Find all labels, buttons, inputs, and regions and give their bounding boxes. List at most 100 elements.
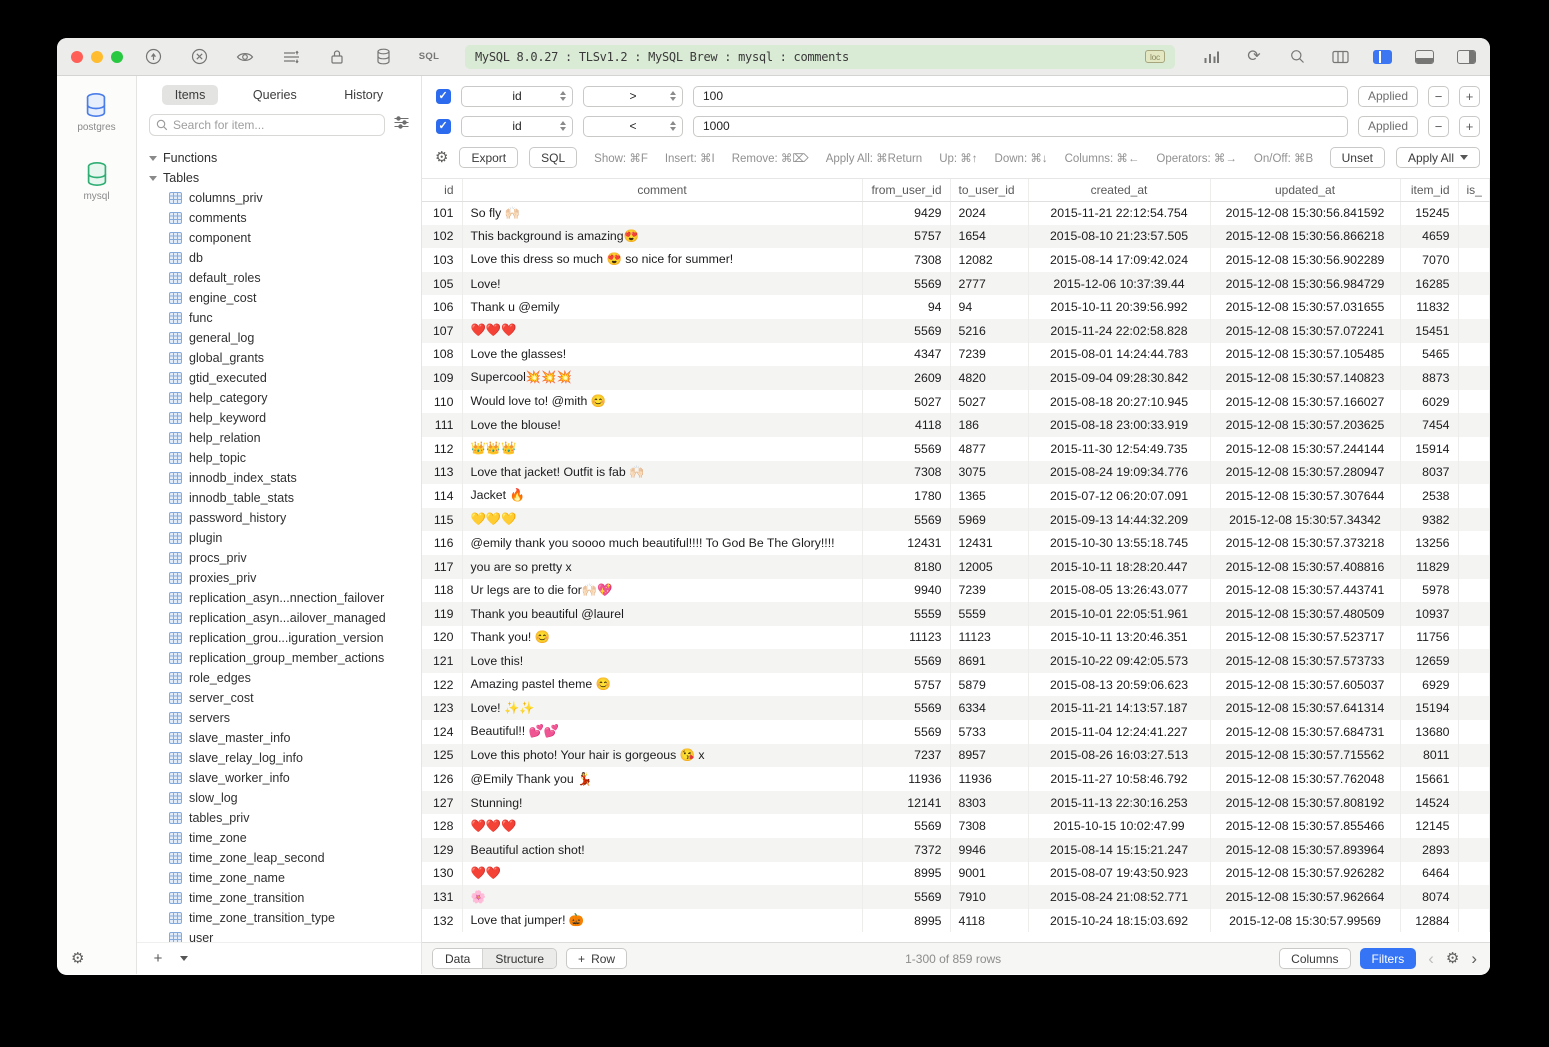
add-filter-button[interactable]: + [1459, 86, 1480, 107]
cell-created_at[interactable]: 2015-08-14 15:15:21.247 [1028, 838, 1210, 862]
cell-comment[interactable]: Supercool💥💥💥 [462, 366, 862, 390]
cell-comment[interactable]: Beautiful action shot! [462, 838, 862, 862]
cell-is_[interactable] [1458, 814, 1490, 838]
cell-to_user_id[interactable]: 12005 [950, 555, 1028, 579]
cell-to_user_id[interactable]: 11123 [950, 626, 1028, 650]
column-header-id[interactable]: id [422, 179, 462, 201]
cell-updated_at[interactable]: 2015-12-08 15:30:57.203625 [1210, 413, 1400, 437]
cell-to_user_id[interactable]: 12431 [950, 531, 1028, 555]
cell-created_at[interactable]: 2015-11-24 22:02:58.828 [1028, 319, 1210, 343]
cell-updated_at[interactable]: 2015-12-08 15:30:57.480509 [1210, 602, 1400, 626]
cell-id[interactable]: 109 [422, 366, 462, 390]
sidebar-item-table[interactable]: component [149, 228, 421, 248]
cell-created_at[interactable]: 2015-08-10 21:23:57.505 [1028, 225, 1210, 249]
cell-to_user_id[interactable]: 7308 [950, 814, 1028, 838]
search-icon[interactable] [1287, 47, 1307, 67]
cell-is_[interactable] [1458, 673, 1490, 697]
sidebar-item-table[interactable]: time_zone_transition [149, 888, 421, 908]
sidebar-item-table[interactable]: role_edges [149, 668, 421, 688]
cell-to_user_id[interactable]: 4118 [950, 909, 1028, 933]
cell-is_[interactable] [1458, 366, 1490, 390]
cell-item_id[interactable]: 13680 [1400, 720, 1458, 744]
filter-applied-button[interactable]: Applied [1358, 86, 1418, 107]
cell-from_user_id[interactable]: 5569 [862, 508, 950, 532]
sidebar-item-table[interactable]: innodb_index_stats [149, 468, 421, 488]
sidebar-item-table[interactable]: time_zone [149, 828, 421, 848]
cell-updated_at[interactable]: 2015-12-08 15:30:56.984729 [1210, 272, 1400, 296]
cell-comment[interactable]: 🌸 [462, 885, 862, 909]
cell-created_at[interactable]: 2015-09-13 14:44:32.209 [1028, 508, 1210, 532]
cell-comment[interactable]: Would love to! @mith 😊 [462, 390, 862, 414]
cell-item_id[interactable]: 5465 [1400, 343, 1458, 367]
cell-item_id[interactable]: 8074 [1400, 885, 1458, 909]
cell-is_[interactable] [1458, 508, 1490, 532]
cell-is_[interactable] [1458, 555, 1490, 579]
filter-applied-button[interactable]: Applied [1358, 116, 1418, 137]
cell-is_[interactable] [1458, 626, 1490, 650]
table-row[interactable]: 129Beautiful action shot!737299462015-08… [422, 838, 1490, 862]
cell-id[interactable]: 124 [422, 720, 462, 744]
cell-comment[interactable]: Love the glasses! [462, 343, 862, 367]
sidebar-item-table[interactable]: slave_relay_log_info [149, 748, 421, 768]
cell-updated_at[interactable]: 2015-12-08 15:30:57.166027 [1210, 390, 1400, 414]
cell-from_user_id[interactable]: 5569 [862, 319, 950, 343]
cell-id[interactable]: 110 [422, 390, 462, 414]
cell-item_id[interactable]: 14524 [1400, 791, 1458, 815]
cell-to_user_id[interactable]: 7239 [950, 579, 1028, 603]
table-row[interactable]: 124Beautiful!! 💕💕556957332015-11-04 12:2… [422, 720, 1490, 744]
cell-comment[interactable]: 💛💛💛 [462, 508, 862, 532]
filter-operator-select[interactable]: < [583, 116, 683, 137]
cell-item_id[interactable]: 12145 [1400, 814, 1458, 838]
cell-updated_at[interactable]: 2015-12-08 15:30:57.105485 [1210, 343, 1400, 367]
tree-section-functions[interactable]: Functions [149, 148, 421, 168]
cell-to_user_id[interactable]: 5027 [950, 390, 1028, 414]
close-window-button[interactable] [71, 51, 83, 63]
cell-item_id[interactable]: 2893 [1400, 838, 1458, 862]
cell-comment[interactable]: @emily thank you soooo much beautiful!!!… [462, 531, 862, 555]
cell-from_user_id[interactable]: 8995 [862, 862, 950, 886]
cell-id[interactable]: 129 [422, 838, 462, 862]
cell-item_id[interactable]: 12659 [1400, 649, 1458, 673]
chart-icon[interactable] [1201, 47, 1221, 67]
cell-updated_at[interactable]: 2015-12-08 15:30:57.808192 [1210, 791, 1400, 815]
add-row-button[interactable]: + Row [566, 948, 627, 969]
filter-enabled-checkbox[interactable] [436, 89, 451, 104]
cell-created_at[interactable]: 2015-07-12 06:20:07.091 [1028, 484, 1210, 508]
cell-to_user_id[interactable]: 2024 [950, 201, 1028, 225]
cell-id[interactable]: 111 [422, 413, 462, 437]
cell-item_id[interactable]: 7070 [1400, 248, 1458, 272]
filter-column-select[interactable]: id [461, 116, 573, 137]
cell-created_at[interactable]: 2015-10-15 10:02:47.99 [1028, 814, 1210, 838]
sidebar-item-table[interactable]: slave_worker_info [149, 768, 421, 788]
cell-created_at[interactable]: 2015-11-21 14:13:57.187 [1028, 696, 1210, 720]
cell-created_at[interactable]: 2015-08-07 19:43:50.923 [1028, 862, 1210, 886]
cell-to_user_id[interactable]: 186 [950, 413, 1028, 437]
cell-from_user_id[interactable]: 5569 [862, 696, 950, 720]
column-header-item_id[interactable]: item_id [1400, 179, 1458, 201]
table-row[interactable]: 111Love the blouse!41181862015-08-18 23:… [422, 413, 1490, 437]
toggle-left-sidebar-icon[interactable] [1373, 50, 1392, 64]
tab-data[interactable]: Data [433, 949, 482, 968]
toggle-bottom-panel-icon[interactable] [1415, 50, 1434, 64]
settings-gear-icon[interactable]: ⚙ [71, 951, 84, 966]
sidebar-item-table[interactable]: replication_group_member_actions [149, 648, 421, 668]
filters-button[interactable]: Filters [1360, 948, 1417, 969]
cell-to_user_id[interactable]: 5879 [950, 673, 1028, 697]
cell-created_at[interactable]: 2015-08-14 17:09:42.024 [1028, 248, 1210, 272]
table-row[interactable]: 106Thank u @emily94942015-10-11 20:39:56… [422, 295, 1490, 319]
cell-updated_at[interactable]: 2015-12-08 15:30:57.573733 [1210, 649, 1400, 673]
cell-created_at[interactable]: 2015-10-24 18:15:03.692 [1028, 909, 1210, 933]
table-row[interactable]: 112👑👑👑556948772015-11-30 12:54:49.735201… [422, 437, 1490, 461]
cell-item_id[interactable]: 8037 [1400, 461, 1458, 485]
cell-is_[interactable] [1458, 201, 1490, 225]
sidebar-item-table[interactable]: engine_cost [149, 288, 421, 308]
cell-updated_at[interactable]: 2015-12-08 15:30:57.762048 [1210, 767, 1400, 791]
cell-from_user_id[interactable]: 7237 [862, 744, 950, 768]
cell-to_user_id[interactable]: 1654 [950, 225, 1028, 249]
cell-to_user_id[interactable]: 3075 [950, 461, 1028, 485]
cell-created_at[interactable]: 2015-10-11 18:28:20.447 [1028, 555, 1210, 579]
unset-button[interactable]: Unset [1330, 147, 1385, 168]
filter-sliders-icon[interactable] [394, 116, 409, 134]
table-row[interactable]: 101So fly 🙌🏻942920242015-11-21 22:12:54.… [422, 201, 1490, 225]
cell-to_user_id[interactable]: 5216 [950, 319, 1028, 343]
